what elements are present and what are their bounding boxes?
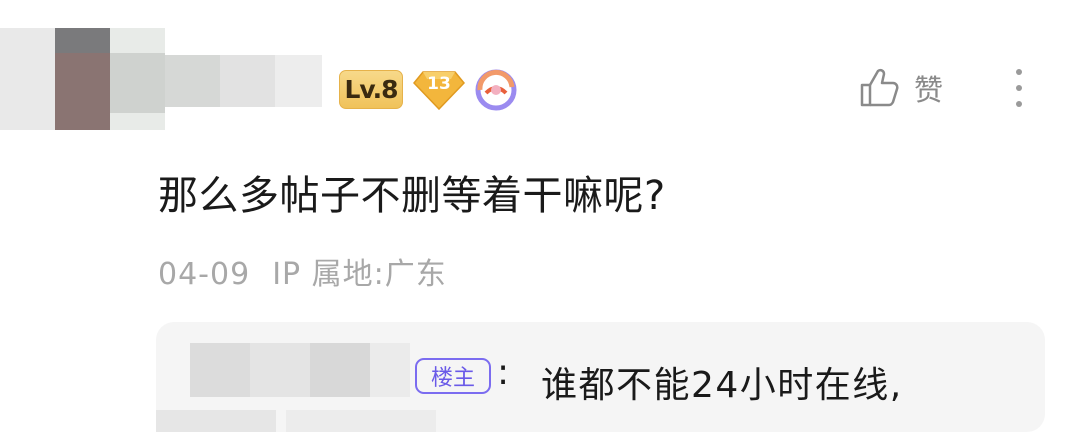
gem-badge-number: 13 <box>427 74 451 94</box>
post-date: 04-09 <box>158 257 251 292</box>
reply-box[interactable]: 楼主 : 谁都不能24小时在线, <box>156 322 1045 432</box>
like-label: 赞 <box>914 73 944 107</box>
reply-colon: : <box>497 352 510 393</box>
owner-tag: 楼主 <box>415 358 491 394</box>
reply-text-next-line <box>156 410 556 432</box>
ring-badge-icon <box>474 69 518 111</box>
avatar[interactable] <box>0 28 165 130</box>
like-button[interactable]: 赞 <box>858 66 943 110</box>
post-content: 那么多帖子不删等着干嘛呢? <box>158 173 666 219</box>
username[interactable] <box>165 55 322 107</box>
more-vertical-icon[interactable] <box>1005 66 1033 110</box>
ip-location: IP 属地:广东 <box>272 257 447 292</box>
gem-badge-icon: 13 <box>413 70 465 110</box>
thumbs-up-icon <box>858 66 902 110</box>
reply-text: 谁都不能24小时在线, <box>541 365 903 406</box>
reply-username[interactable] <box>190 343 410 397</box>
post-meta: 04-09 IP 属地:广东 <box>158 249 447 293</box>
level-badge: Lv.8 <box>339 70 403 109</box>
